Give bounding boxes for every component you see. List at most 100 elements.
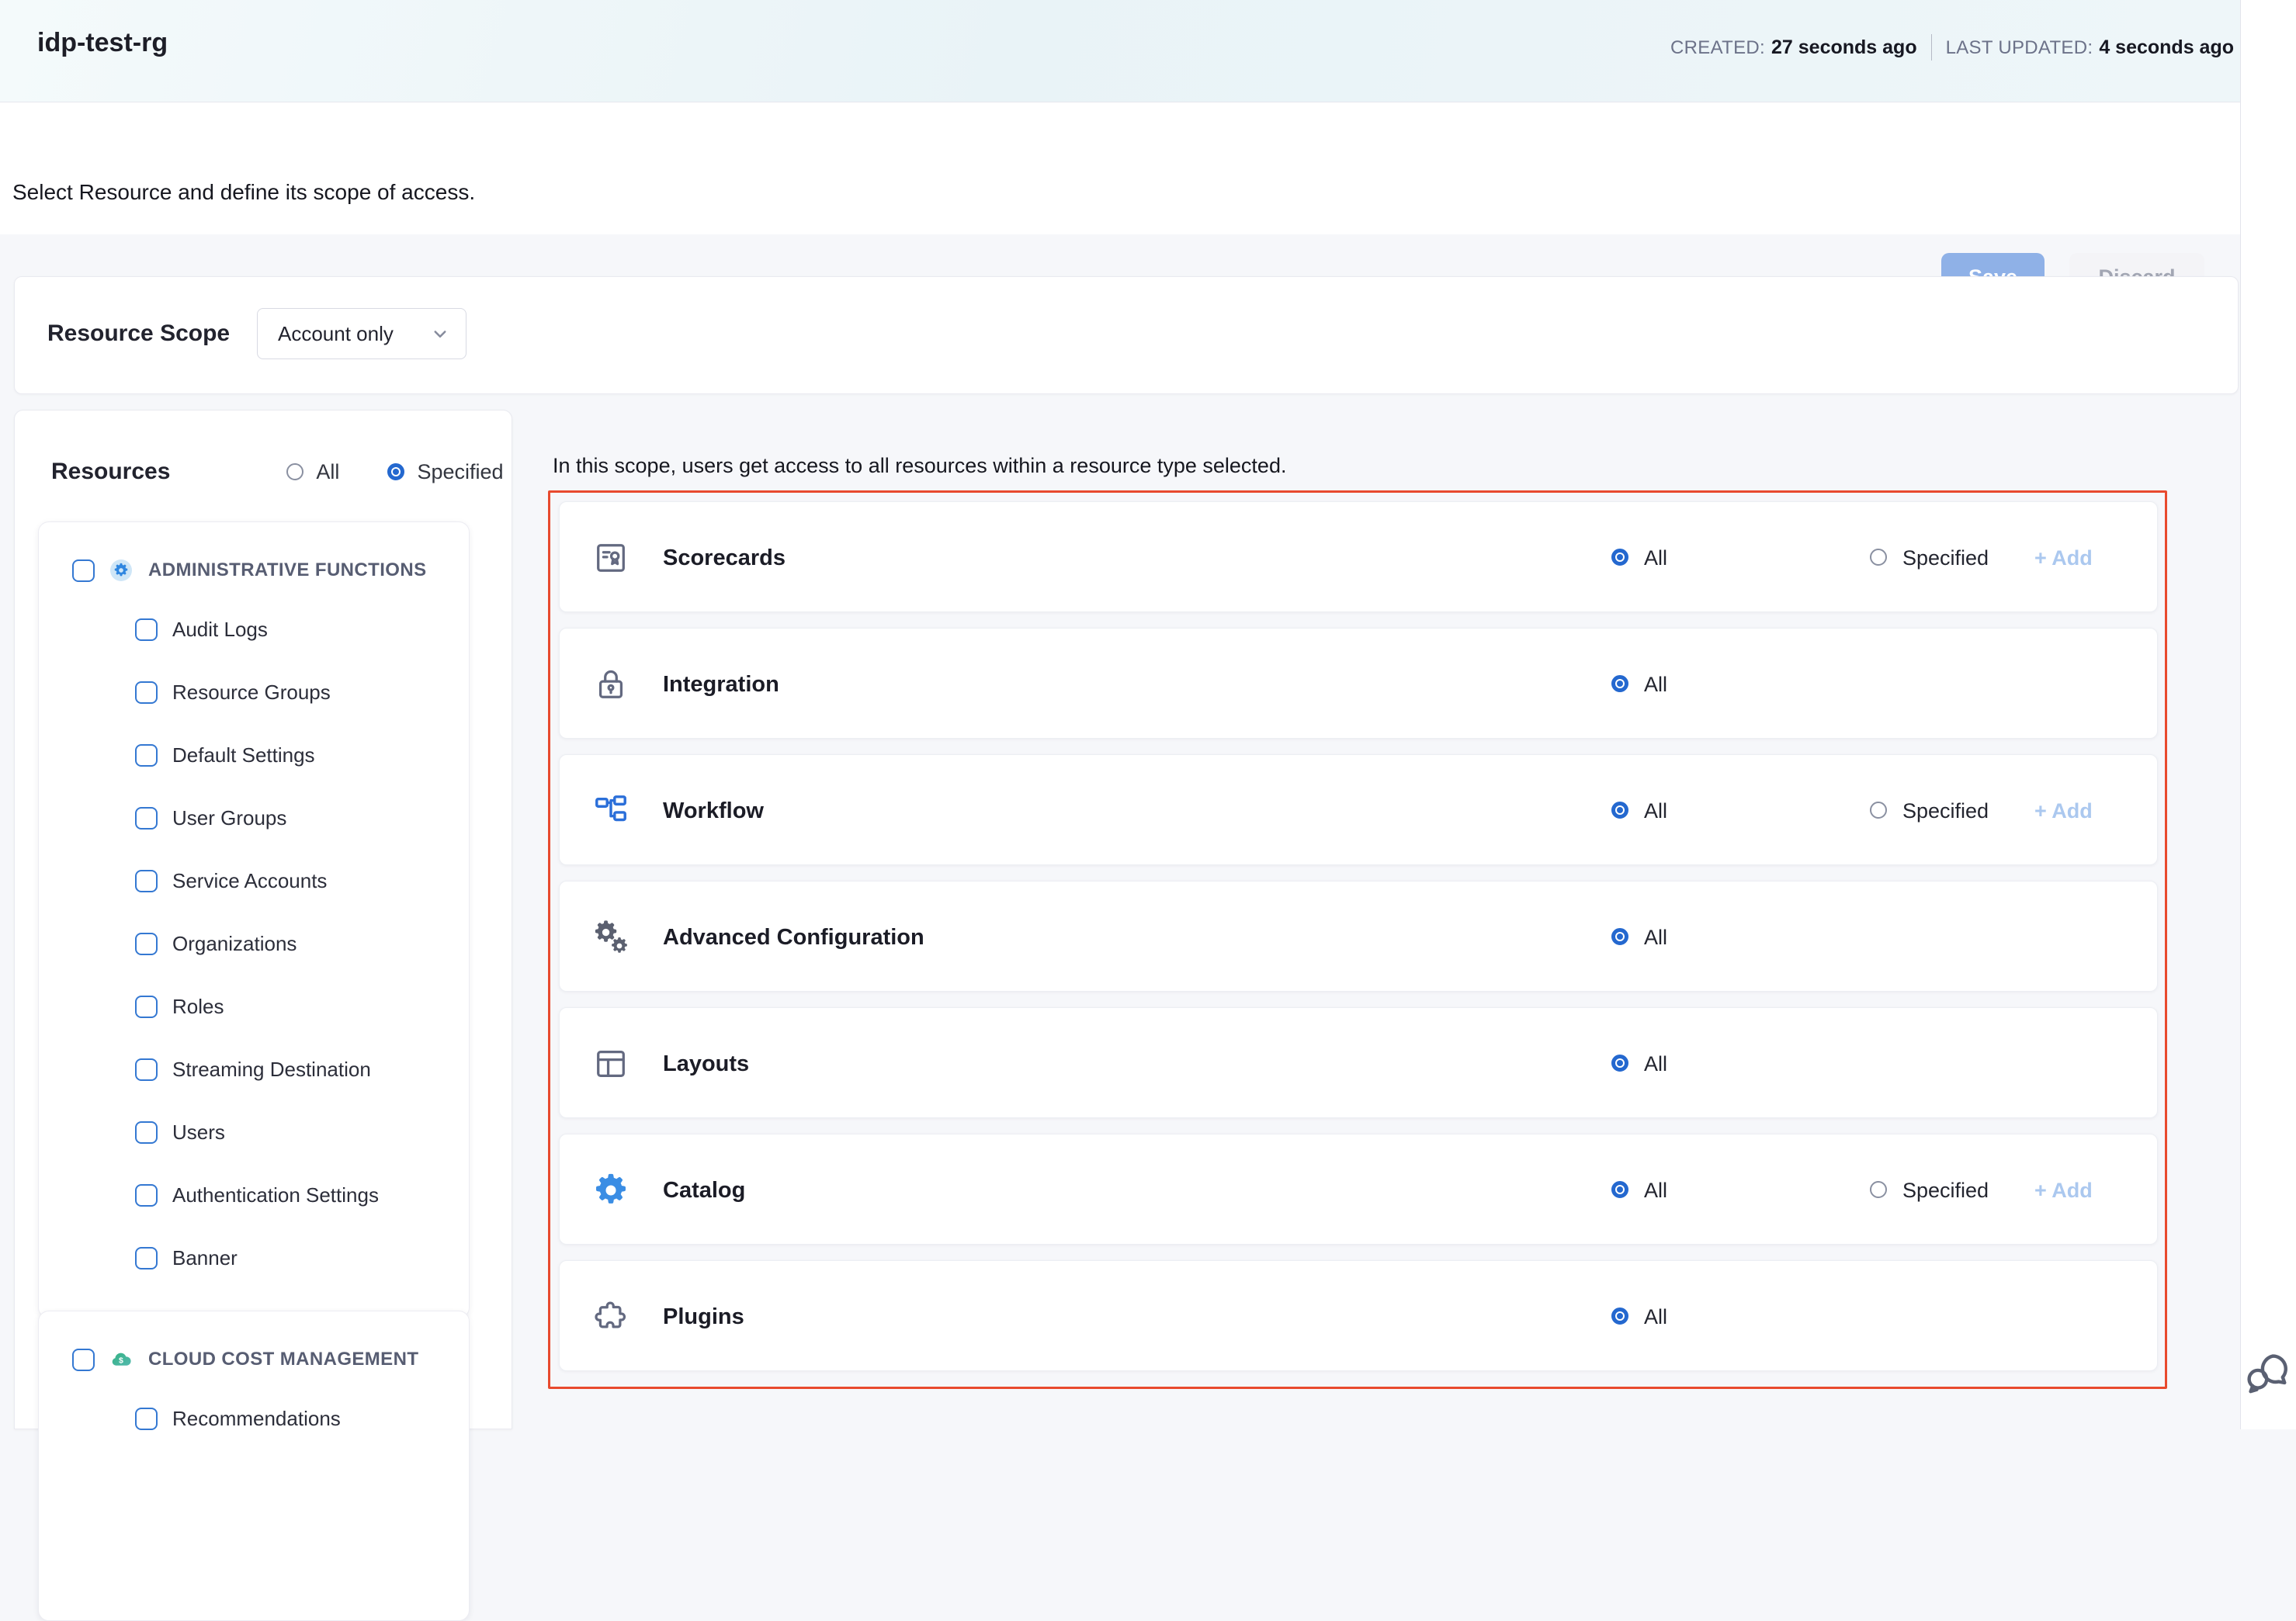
sidebar-item-user-groups: User Groups: [39, 787, 469, 850]
row-all-radio[interactable]: [1611, 928, 1628, 945]
item-label: Recommendations: [172, 1407, 341, 1431]
row-all-label: All: [1644, 1179, 1667, 1203]
updated-label: LAST UPDATED:: [1946, 37, 2093, 58]
sidebar-item-streaming-destination: Streaming Destination: [39, 1038, 469, 1101]
row-specified-radio[interactable]: [1870, 1181, 1887, 1198]
item-checkbox[interactable]: [135, 744, 158, 767]
row-all-radio[interactable]: [1611, 549, 1628, 566]
group-checkbox[interactable]: [72, 1349, 95, 1371]
resources-specified-label: Specified: [417, 460, 503, 484]
row-specified-label: Specified: [1902, 799, 1989, 823]
page-header: idp-test-rg CREATED:27 seconds ago LAST …: [0, 0, 2240, 102]
row-add-button[interactable]: + Add: [2034, 1179, 2093, 1203]
row-add-button[interactable]: + Add: [2034, 546, 2093, 570]
item-label: Audit Logs: [172, 618, 268, 642]
item-checkbox[interactable]: [135, 681, 158, 704]
row-all-radio[interactable]: [1611, 1308, 1628, 1325]
resource-type-row-scorecards: Scorecards All Specified + Add: [559, 501, 2158, 612]
group-label: ADMINISTRATIVE FUNCTIONS: [148, 559, 426, 581]
created-meta: CREATED:27 seconds ago: [1670, 36, 1917, 59]
updated-meta: LAST UPDATED: 4 seconds ago: [1946, 36, 2234, 59]
row-add-button[interactable]: + Add: [2034, 799, 2093, 823]
resource-type-label: Integration: [663, 672, 779, 698]
item-checkbox[interactable]: [135, 807, 158, 830]
item-checkbox[interactable]: [135, 1121, 158, 1144]
resources-header: Resources All Specified: [51, 459, 504, 485]
item-checkbox[interactable]: [135, 933, 158, 955]
admin-gear-icon: [110, 559, 132, 581]
resource-type-label: Workflow: [663, 798, 764, 824]
resource-type-row-layouts: Layouts All: [559, 1007, 2158, 1118]
resource-type-row-integration: Integration All: [559, 628, 2158, 739]
sidebar-item-authentication-settings: Authentication Settings: [39, 1164, 469, 1227]
item-label: User Groups: [172, 806, 286, 830]
sidebar-item-recommendations: Recommendations: [39, 1387, 469, 1450]
item-checkbox[interactable]: [135, 618, 158, 641]
meta-divider: [1931, 34, 1932, 61]
row-all-radio[interactable]: [1611, 1181, 1628, 1198]
item-label: Organizations: [172, 932, 297, 956]
resource-type-label: Scorecards: [663, 546, 786, 571]
resource-scope-label: Resource Scope: [47, 320, 230, 347]
created-value: 27 seconds ago: [1771, 36, 1917, 58]
group-checkbox[interactable]: [72, 559, 95, 582]
item-checkbox[interactable]: [135, 1058, 158, 1081]
item-checkbox[interactable]: [135, 1247, 158, 1269]
row-all-radio[interactable]: [1611, 1055, 1628, 1072]
resources-specified-radio[interactable]: [387, 463, 404, 480]
item-checkbox[interactable]: [135, 1184, 158, 1207]
resource-type-label: Plugins: [663, 1304, 744, 1330]
row-all-radio[interactable]: [1611, 675, 1628, 692]
row-all-radio[interactable]: [1611, 802, 1628, 819]
resource-group-card-1: ADMINISTRATIVE FUNCTIONS Audit Logs Reso…: [38, 521, 470, 1318]
resource-type-row-plugins: Plugins All: [559, 1260, 2158, 1371]
resource-group-header: ADMINISTRATIVE FUNCTIONS: [72, 549, 469, 592]
row-specified-label: Specified: [1902, 546, 1989, 570]
sidebar-item-default-settings: Default Settings: [39, 724, 469, 787]
resource-group-header: $ CLOUD COST MANAGEMENT: [72, 1338, 469, 1381]
sidebar-item-roles: Roles: [39, 975, 469, 1038]
resource-type-row-advanced-configuration: Advanced Configuration All: [559, 881, 2158, 992]
resources-all-label: All: [316, 460, 339, 484]
page-title: idp-test-rg: [37, 28, 168, 58]
item-checkbox[interactable]: [135, 1408, 158, 1430]
row-specified-radio[interactable]: [1870, 549, 1887, 566]
row-all-label: All: [1644, 1052, 1667, 1076]
item-label: Streaming Destination: [172, 1058, 371, 1082]
resource-rows: Scorecards All Specified + Add Integrati…: [559, 501, 2158, 1371]
item-label: Banner: [172, 1246, 238, 1270]
resource-scope-dropdown[interactable]: Account only: [257, 308, 466, 359]
right-gutter: [2240, 0, 2296, 1429]
item-label: Default Settings: [172, 743, 315, 767]
header-meta: CREATED:27 seconds ago LAST UPDATED: 4 se…: [1670, 34, 2234, 61]
row-specified-radio[interactable]: [1870, 802, 1887, 819]
item-checkbox[interactable]: [135, 870, 158, 892]
action-toolbar: Select Resource and define its scope of …: [0, 102, 2240, 234]
sidebar-item-organizations: Organizations: [39, 913, 469, 975]
resource-type-row-workflow: Workflow All Specified + Add: [559, 754, 2158, 865]
row-all-label: All: [1644, 546, 1667, 570]
resource-type-label: Advanced Configuration: [663, 925, 924, 951]
row-all-label: All: [1644, 1305, 1667, 1329]
toolbar-description: Select Resource and define its scope of …: [12, 180, 475, 205]
row-specified-label: Specified: [1902, 1179, 1989, 1203]
cloud-dollar-icon: $: [110, 1349, 132, 1370]
workflow-icon: [593, 793, 629, 829]
chat-support-icon[interactable]: [2242, 1347, 2293, 1398]
sidebar-item-users: Users: [39, 1101, 469, 1164]
resource-type-label: Layouts: [663, 1051, 749, 1077]
updated-value: 4 seconds ago: [2099, 36, 2234, 58]
row-all-label: All: [1644, 926, 1667, 950]
gears-icon: [593, 920, 629, 955]
sidebar-item-resource-groups: Resource Groups: [39, 661, 469, 724]
svg-text:$: $: [119, 1356, 123, 1366]
item-checkbox[interactable]: [135, 996, 158, 1018]
gear-icon: [593, 1172, 629, 1208]
group-label: CLOUD COST MANAGEMENT: [148, 1349, 418, 1370]
scope-description: In this scope, users get access to all r…: [553, 454, 1286, 478]
resource-type-row-catalog: Catalog All Specified + Add: [559, 1134, 2158, 1245]
resource-scope-card: Resource Scope Account only: [14, 276, 2239, 394]
resources-all-radio[interactable]: [286, 463, 303, 480]
sidebar-item-audit-logs: Audit Logs: [39, 598, 469, 661]
resource-type-label: Catalog: [663, 1178, 745, 1204]
